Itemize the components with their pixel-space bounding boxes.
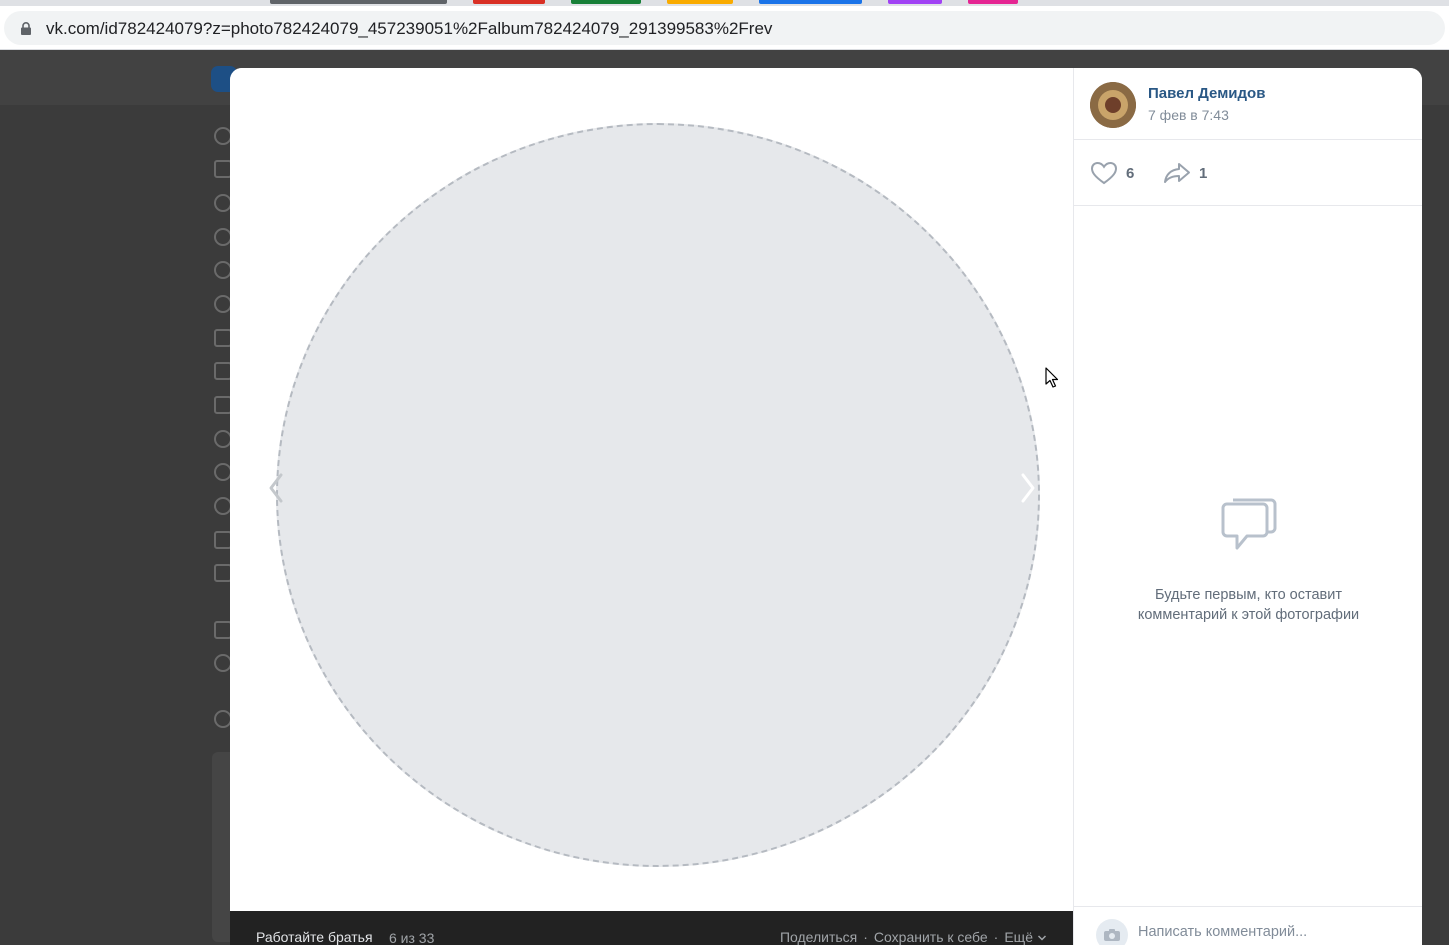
album-title-link[interactable]: Работайте братья — [256, 929, 373, 945]
prev-photo-button[interactable] — [264, 468, 288, 508]
empty-comments-text: Будьте первым, кто оставит комментарий к… — [1137, 587, 1360, 623]
chevron-down-icon — [1037, 935, 1047, 941]
more-menu-link[interactable]: Ещё — [1004, 929, 1047, 945]
shares-count: 1 — [1199, 164, 1208, 182]
save-photo-link[interactable]: Сохранить к себе — [874, 929, 988, 945]
author-name-link[interactable]: Павел Демидов — [1148, 85, 1265, 102]
chevron-right-icon — [1021, 473, 1035, 503]
photo-placeholder — [276, 123, 1040, 867]
camera-icon — [1104, 929, 1120, 941]
share-arrow-icon — [1164, 163, 1190, 183]
author-row: Павел Демидов 7 фев в 7:43 — [1074, 68, 1422, 140]
tab-indicator[interactable] — [759, 0, 862, 4]
share-photo-link[interactable]: Поделиться — [780, 929, 857, 945]
album-counter: 6 из 33 — [389, 930, 435, 945]
heart-icon — [1090, 161, 1118, 185]
avatar[interactable] — [1090, 82, 1136, 128]
attach-photo-button[interactable] — [1096, 919, 1128, 945]
reactions-row: 6 1 — [1074, 140, 1422, 206]
tab-indicator[interactable] — [473, 0, 545, 4]
photo-viewer: Работайте братья 6 из 33 Поделиться · Сохр… — [230, 68, 1422, 945]
tab-indicator[interactable] — [888, 0, 942, 4]
tab-indicator[interactable] — [667, 0, 733, 4]
likes-count: 6 — [1126, 164, 1135, 182]
more-label: Ещё — [1004, 929, 1033, 945]
photo-area[interactable] — [230, 68, 1073, 911]
comment-composer — [1074, 906, 1422, 945]
share-button[interactable]: 1 — [1163, 160, 1207, 186]
comments-icon — [1221, 498, 1276, 550]
lock-icon[interactable] — [20, 22, 32, 35]
separator: · — [993, 929, 999, 945]
tab-indicator[interactable] — [571, 0, 641, 4]
post-date-link[interactable]: 7 фев в 7:43 — [1148, 107, 1229, 123]
photo-footer: Работайте братья 6 из 33 Поделиться · Сохр… — [230, 911, 1073, 945]
tab-indicator[interactable] — [968, 0, 1018, 4]
photo-sidebar: Павел Демидов 7 фев в 7:43 6 1 Будьте пе… — [1073, 68, 1422, 945]
mouse-cursor-icon — [1045, 367, 1059, 388]
omnibox[interactable]: vk.com/id782424079?z=photo782424079_4572… — [4, 11, 1445, 45]
footer-actions: Поделиться · Сохранить к себе · Ещё — [780, 929, 1047, 945]
like-button[interactable]: 6 — [1090, 160, 1134, 186]
empty-comments: Будьте первым, кто оставит комментарий к… — [1074, 496, 1422, 625]
separator: · — [863, 929, 868, 945]
chevron-left-icon — [269, 473, 283, 503]
url-text[interactable]: vk.com/id782424079?z=photo782424079_4572… — [46, 19, 772, 39]
avatar-image-icon — [1090, 82, 1136, 128]
browser-address-bar: vk.com/id782424079?z=photo782424079_4572… — [0, 6, 1449, 50]
comment-input[interactable] — [1138, 921, 1398, 943]
next-photo-button[interactable] — [1016, 468, 1040, 508]
tab-indicator[interactable] — [270, 0, 447, 4]
